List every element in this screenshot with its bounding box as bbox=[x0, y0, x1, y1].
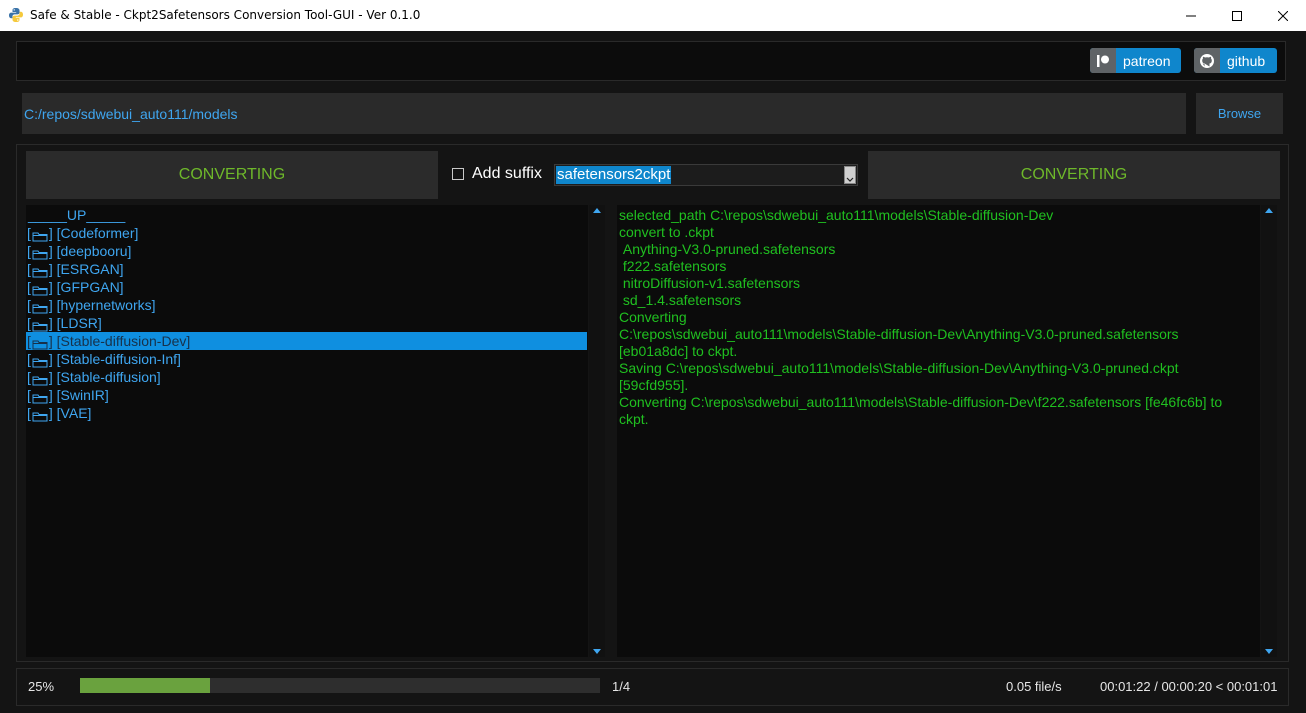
convert-left-label: CONVERTING bbox=[178, 166, 286, 183]
log-line: Converting bbox=[619, 309, 687, 325]
log-line: Converting C:\repos\sdwebui_auto111\mode… bbox=[619, 394, 1223, 410]
list-item[interactable]: [] [hypernetworks] bbox=[26, 296, 587, 314]
progress-bar-fill bbox=[80, 678, 210, 693]
path-value: C:/repos/sdwebui_auto111/models bbox=[24, 105, 238, 122]
patreon-label: patreon bbox=[1123, 52, 1171, 69]
log-line: [59cfd955]. bbox=[619, 377, 689, 393]
convert-right-label: CONVERTING bbox=[1020, 166, 1128, 183]
python-app-icon bbox=[8, 7, 24, 23]
list-item-label: [ESRGAN] bbox=[56, 261, 124, 277]
list-item[interactable]: [] [Stable-diffusion-Inf] bbox=[26, 350, 587, 368]
list-item[interactable]: [] [ESRGAN] bbox=[26, 260, 587, 278]
close-icon bbox=[1278, 10, 1288, 21]
minimize-button[interactable] bbox=[1168, 0, 1214, 31]
list-item-label: [hypernetworks] bbox=[56, 297, 156, 313]
folder-icon bbox=[32, 300, 48, 313]
list-item[interactable]: [] [Codeformer] bbox=[26, 224, 587, 242]
maximize-icon bbox=[1232, 10, 1242, 21]
list-item-label: [SwinIR] bbox=[56, 387, 109, 403]
list-item[interactable]: [] [VAE] bbox=[26, 404, 587, 422]
folder-list-scrollbar[interactable] bbox=[589, 205, 605, 657]
folder-icon bbox=[32, 408, 48, 421]
scroll-down-icon[interactable] bbox=[1265, 649, 1273, 654]
log-line: selected_path C:\repos\sdwebui_auto111\m… bbox=[619, 207, 1054, 223]
folder-icon bbox=[32, 336, 48, 349]
list-item-label: [Codeformer] bbox=[56, 225, 139, 241]
minimize-icon bbox=[1186, 15, 1196, 16]
list-item-label: [GFPGAN] bbox=[56, 279, 124, 295]
log-line: Saving C:\repos\sdwebui_auto111\models\S… bbox=[619, 360, 1179, 376]
list-item[interactable]: [] [deepbooru] bbox=[26, 242, 587, 260]
browse-button[interactable]: Browse bbox=[1196, 93, 1283, 134]
conversion-mode-select[interactable]: safetensors2ckpt bbox=[554, 164, 858, 186]
patreon-icon bbox=[1090, 48, 1116, 73]
progress-rate: 0.05 file/s bbox=[1006, 679, 1062, 694]
list-item-label: [Stable-diffusion] bbox=[56, 369, 161, 385]
convert-right-button[interactable]: CONVERTING bbox=[868, 151, 1280, 199]
convert-left-button[interactable]: CONVERTING bbox=[26, 151, 438, 199]
scroll-down-icon[interactable] bbox=[593, 649, 601, 654]
folder-icon bbox=[32, 318, 48, 331]
browse-label: Browse bbox=[1217, 106, 1262, 121]
list-item[interactable]: [] [GFPGAN] bbox=[26, 278, 587, 296]
log-line: Anything-V3.0-pruned.safetensors bbox=[619, 241, 836, 257]
list-item-label: [VAE] bbox=[56, 405, 92, 421]
window-title: Safe & Stable - Ckpt2Safetensors Convers… bbox=[30, 8, 421, 22]
folder-icon bbox=[32, 354, 48, 367]
github-link[interactable]: github bbox=[1194, 48, 1277, 73]
folder-icon bbox=[32, 228, 48, 241]
folder-icon bbox=[32, 264, 48, 277]
scroll-up-icon[interactable] bbox=[593, 208, 601, 213]
list-item-label: [LDSR] bbox=[56, 315, 102, 331]
folder-icon bbox=[32, 390, 48, 403]
log-line: [eb01a8dc] to ckpt. bbox=[619, 343, 738, 359]
github-icon bbox=[1194, 48, 1220, 73]
maximize-button[interactable] bbox=[1214, 0, 1260, 31]
log-line: ckpt. bbox=[619, 411, 649, 427]
progress-bar bbox=[80, 678, 600, 693]
log-line: f222.safetensors bbox=[619, 258, 727, 274]
add-suffix-label: Add suffix bbox=[472, 165, 542, 182]
list-item-label: [Stable-diffusion-Inf] bbox=[56, 351, 181, 367]
list-item[interactable]: [] [SwinIR] bbox=[26, 386, 587, 404]
folder-list[interactable]: _____UP_____ [] [Codeformer] [] [deepboo… bbox=[26, 206, 587, 422]
log-output: selected_path C:\repos\sdwebui_auto111\m… bbox=[619, 207, 1257, 428]
patreon-link[interactable]: patreon bbox=[1090, 48, 1181, 73]
progress-percent: 25% bbox=[28, 679, 55, 694]
log-line: C:\repos\sdwebui_auto111\models\Stable-d… bbox=[619, 326, 1179, 342]
progress-count: 1/4 bbox=[612, 679, 631, 694]
log-scrollbar[interactable] bbox=[1261, 205, 1277, 657]
up-label: _____UP_____ bbox=[28, 207, 126, 223]
list-item[interactable]: [] [LDSR] bbox=[26, 314, 587, 332]
log-line: convert to .ckpt bbox=[619, 224, 714, 240]
list-item[interactable]: [] [Stable-diffusion] bbox=[26, 368, 587, 386]
github-label: github bbox=[1227, 52, 1266, 69]
folder-icon bbox=[32, 246, 48, 259]
list-item-label: [Stable-diffusion-Dev] bbox=[56, 333, 191, 349]
list-item-selected[interactable]: [] [Stable-diffusion-Dev] bbox=[26, 332, 587, 350]
chevron-down-icon[interactable] bbox=[844, 166, 856, 184]
title-bar: Safe & Stable - Ckpt2Safetensors Convers… bbox=[0, 0, 1306, 32]
close-button[interactable] bbox=[1260, 0, 1306, 31]
scroll-up-icon[interactable] bbox=[1265, 208, 1273, 213]
folder-icon bbox=[32, 372, 48, 385]
progress-time: 00:01:22 / 00:00:20 < 00:01:01 bbox=[1100, 679, 1278, 694]
list-item-label: [deepbooru] bbox=[56, 243, 132, 259]
list-item-up[interactable]: _____UP_____ bbox=[26, 206, 587, 224]
add-suffix-checkbox[interactable] bbox=[452, 168, 464, 180]
log-line: nitroDiffusion-v1.safetensors bbox=[619, 275, 801, 291]
folder-icon bbox=[32, 282, 48, 295]
conversion-mode-value: safetensors2ckpt bbox=[556, 166, 672, 184]
path-field[interactable]: C:/repos/sdwebui_auto111/models bbox=[22, 93, 1186, 134]
log-line: sd_1.4.safetensors bbox=[619, 292, 742, 308]
